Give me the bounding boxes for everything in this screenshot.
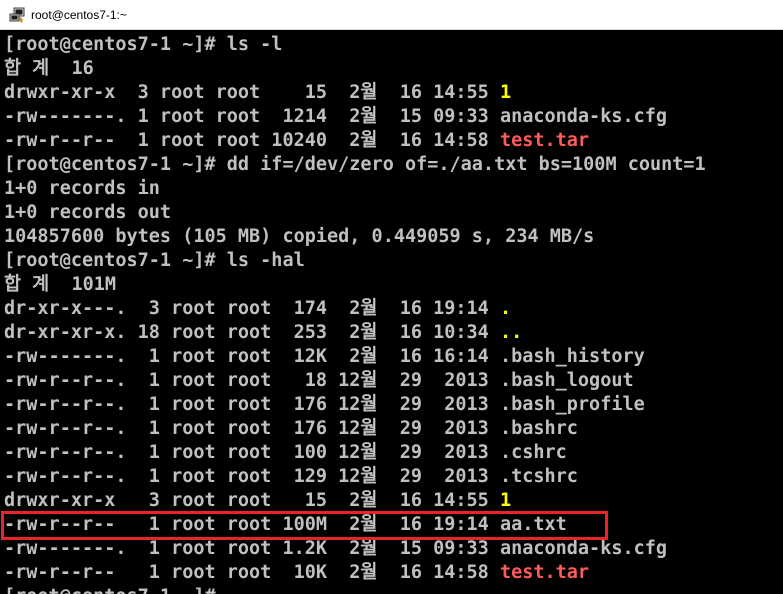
- terminal-line-text: -rw-r--r--. 1 root root 129 12월 29 2013 …: [4, 466, 578, 487]
- archive-file-name: test.tar: [499, 562, 590, 583]
- terminal-line: -rw-r--r--. 1 root root 100 12월 29 2013 …: [4, 441, 567, 465]
- terminal-line: [root@centos7-1 ~]# ls -l: [4, 33, 282, 57]
- terminal-line-text: -rw-------. 1 root root 1.2K 2월 15 09:33…: [4, 538, 668, 559]
- terminal-line-text: -rw-r--r-- 1 root root 100M 2월 16 19:14 …: [4, 514, 567, 535]
- terminal-line: -rw-------. 1 root root 1.2K 2월 15 09:33…: [4, 537, 667, 561]
- terminal-line: -rw-------. 1 root root 12K 2월 16 16:14 …: [4, 345, 645, 369]
- terminal-line: [root@centos7-1 ~]#: [4, 585, 216, 594]
- putty-terminal-icon: [9, 7, 25, 23]
- terminal-line-text: -rw-r--r-- 1 root root 10K 2월 16 14:58: [4, 562, 500, 583]
- terminal-line-text: -rw-------. 1 root root 1214 2월 15 09:33…: [4, 106, 668, 127]
- directory-name: .: [499, 298, 512, 319]
- terminal-line-text: 합 계 16: [4, 58, 94, 79]
- terminal-line-text: -rw-------. 1 root root 12K 2월 16 16:14 …: [4, 346, 645, 367]
- terminal-line: [root@centos7-1 ~]# dd if=/dev/zero of=.…: [4, 153, 706, 177]
- directory-name: ..: [499, 322, 523, 343]
- terminal-line-text: [root@centos7-1 ~]# ls -l: [4, 34, 283, 55]
- terminal-window: root@centos7-1:~ [root@centos7-1 ~]# ls …: [0, 0, 783, 594]
- terminal-output[interactable]: [root@centos7-1 ~]# ls -l 합 계 16 drwxr-xr-…: [0, 30, 783, 594]
- terminal-line: dr-xr-xr-x. 18 root root 253 2월 16 10:34…: [4, 321, 522, 345]
- terminal-line-text: [root@centos7-1 ~]# dd if=/dev/zero of=.…: [4, 154, 706, 175]
- terminal-line: 합 계 16: [4, 57, 94, 81]
- terminal-line-text: -rw-r--r--. 1 root root 176 12월 29 2013 …: [4, 418, 578, 439]
- terminal-line: -rw-------. 1 root root 1214 2월 15 09:33…: [4, 105, 667, 129]
- terminal-line-text: 104857600 bytes (105 MB) copied, 0.44905…: [4, 226, 595, 247]
- terminal-line: dr-xr-x---. 3 root root 174 2월 16 19:14 …: [4, 297, 511, 321]
- directory-name: 1: [499, 82, 512, 103]
- terminal-line: [root@centos7-1 ~]# ls -hal: [4, 249, 305, 273]
- terminal-line: 1+0 records in: [4, 177, 160, 201]
- terminal-line: -rw-r--r--. 1 root root 176 12월 29 2013 …: [4, 417, 578, 441]
- terminal-line-text: -rw-r--r--. 1 root root 18 12월 29 2013 .…: [4, 370, 634, 391]
- terminal-line-text: 1+0 records in: [4, 178, 160, 199]
- terminal-line: -rw-r--r--. 1 root root 18 12월 29 2013 .…: [4, 369, 634, 393]
- directory-name: 1: [499, 490, 512, 511]
- terminal-line-text: 합 계 101M: [4, 274, 117, 295]
- terminal-line: -rw-r--r--. 1 root root 176 12월 29 2013 …: [4, 393, 645, 417]
- terminal-line: 1+0 records out: [4, 201, 171, 225]
- terminal-line-text: [root@centos7-1 ~]#: [4, 586, 216, 594]
- window-title: root@centos7-1:~: [31, 7, 127, 22]
- terminal-line: 합 계 101M: [4, 273, 116, 297]
- terminal-line-text: [root@centos7-1 ~]# ls -hal: [4, 250, 305, 271]
- terminal-line-text: 1+0 records out: [4, 202, 172, 223]
- archive-file-name: test.tar: [499, 130, 590, 151]
- title-bar[interactable]: root@centos7-1:~: [0, 0, 783, 30]
- terminal-line-text: -rw-r--r--. 1 root root 100 12월 29 2013 …: [4, 442, 567, 463]
- terminal-line-text: drwxr-xr-x 3 root root 15 2월 16 14:55: [4, 82, 500, 103]
- terminal-line: -rw-r--r-- 1 root root 100M 2월 16 19:14 …: [4, 513, 567, 537]
- terminal-line-text: drwxr-xr-x 3 root root 15 2월 16 14:55: [4, 490, 500, 511]
- terminal-line: 104857600 bytes (105 MB) copied, 0.44905…: [4, 225, 594, 249]
- terminal-line: -rw-r--r-- 1 root root 10240 2월 16 14:58…: [4, 129, 589, 153]
- terminal-line: drwxr-xr-x 3 root root 15 2월 16 14:55 1: [4, 81, 511, 105]
- terminal-line: -rw-r--r-- 1 root root 10K 2월 16 14:58 t…: [4, 561, 589, 585]
- terminal-line: -rw-r--r--. 1 root root 129 12월 29 2013 …: [4, 465, 578, 489]
- terminal-line-text: dr-xr-x---. 3 root root 174 2월 16 19:14: [4, 298, 500, 319]
- terminal-line-text: dr-xr-xr-x. 18 root root 253 2월 16 10:34: [4, 322, 500, 343]
- terminal-line-text: -rw-r--r-- 1 root root 10240 2월 16 14:58: [4, 130, 500, 151]
- terminal-line-text: -rw-r--r--. 1 root root 176 12월 29 2013 …: [4, 394, 645, 415]
- terminal-line: drwxr-xr-x 3 root root 15 2월 16 14:55 1: [4, 489, 511, 513]
